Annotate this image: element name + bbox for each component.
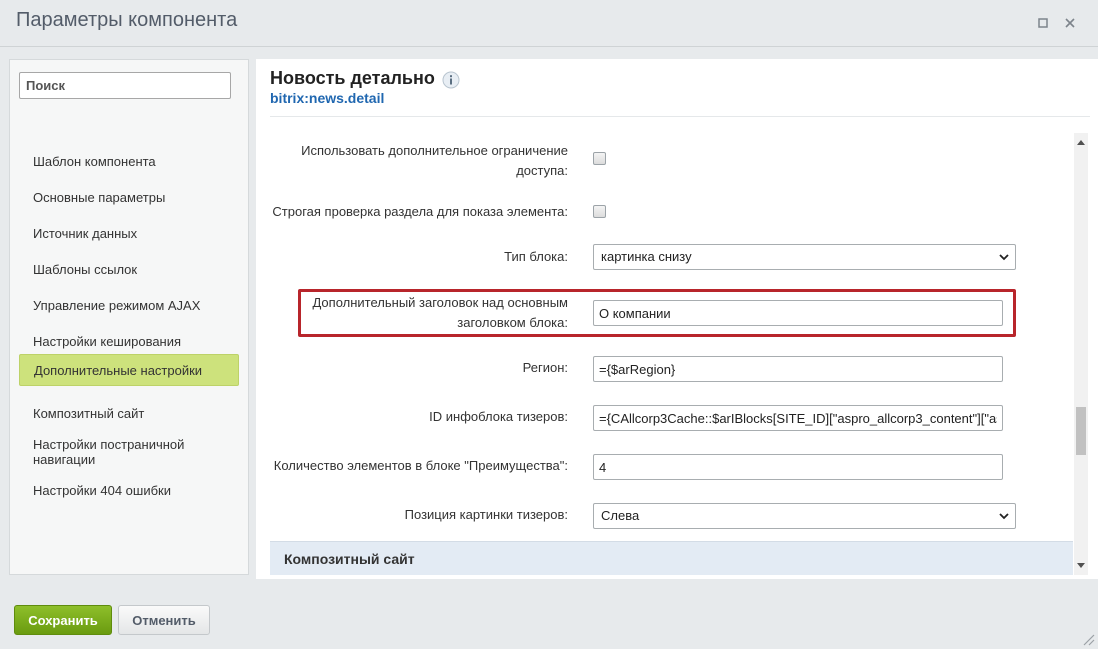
resize-handle-icon[interactable] [1081,632,1095,646]
scrollbar-thumb[interactable] [1076,407,1086,455]
save-button[interactable]: Сохранить [14,605,112,635]
chevron-down-icon [999,513,1009,520]
sidebar-item-404[interactable]: Настройки 404 ошибки [19,475,239,506]
access-label: Использовать дополнительное ограничение … [301,143,568,178]
scroll-down-icon[interactable] [1077,563,1085,569]
info-icon[interactable] [442,71,460,89]
sidebar-item-additional[interactable]: Дополнительные настройки [19,354,239,386]
section-header-composite[interactable]: Композитный сайт [270,541,1073,575]
sidebar-item-main-params[interactable]: Основные параметры [19,182,239,213]
close-icon[interactable] [1061,14,1079,32]
access-checkbox[interactable] [593,152,606,165]
component-code: bitrix:news.detail [270,90,385,106]
sidebar: Шаблон компонента Основные параметры Ист… [9,59,249,575]
sidebar-item-link-templates[interactable]: Шаблоны ссылок [19,254,239,285]
search-input[interactable] [19,72,231,99]
sidebar-item-pagination[interactable]: Настройки постраничной навигации [19,430,209,474]
params-list: Использовать дополнительное ограничение … [270,131,1073,575]
region-label: Регион: [522,360,568,375]
image-position-value: Слева [601,508,640,523]
cancel-button[interactable]: Отменить [118,605,210,635]
region-input[interactable] [593,356,1003,382]
block-type-value: картинка снизу [601,249,692,264]
strict-check-label: Строгая проверка раздела для показа элем… [272,204,568,219]
chevron-down-icon [999,254,1009,261]
block-type-select[interactable]: картинка снизу [593,244,1016,270]
divider [270,116,1090,117]
main-panel: Новость детально bitrix:news.detail Испо… [256,59,1098,579]
section-title: Композитный сайт [284,551,415,567]
extra-title-input[interactable] [593,300,1003,326]
sidebar-item-caching[interactable]: Настройки кеширования [19,326,239,357]
sidebar-item-data-source[interactable]: Источник данных [19,218,239,249]
image-position-label: Позиция картинки тизеров: [404,507,568,522]
count-input[interactable] [593,454,1003,480]
dialog-title: Параметры компонента [16,9,238,31]
extra-title-label: Дополнительный заголовок над основным за… [312,295,568,330]
component-title: Новость детально [270,68,435,88]
image-position-select[interactable]: Слева [593,503,1016,529]
sidebar-item-template[interactable]: Шаблон компонента [19,146,239,177]
scroll-up-icon[interactable] [1077,139,1085,145]
vertical-scrollbar[interactable] [1074,133,1088,575]
count-label: Количество элементов в блоке "Преимущест… [273,458,568,473]
sidebar-item-ajax[interactable]: Управление режимом AJAX [19,290,239,321]
sidebar-item-composite[interactable]: Композитный сайт [19,398,239,429]
strict-check-checkbox[interactable] [593,205,606,218]
iblock-input[interactable] [593,405,1003,431]
block-type-label: Тип блока: [504,249,568,264]
maximize-icon[interactable] [1034,14,1052,32]
iblock-label: ID инфоблока тизеров: [429,409,568,424]
dialog-titlebar: Параметры компонента [0,0,1098,47]
